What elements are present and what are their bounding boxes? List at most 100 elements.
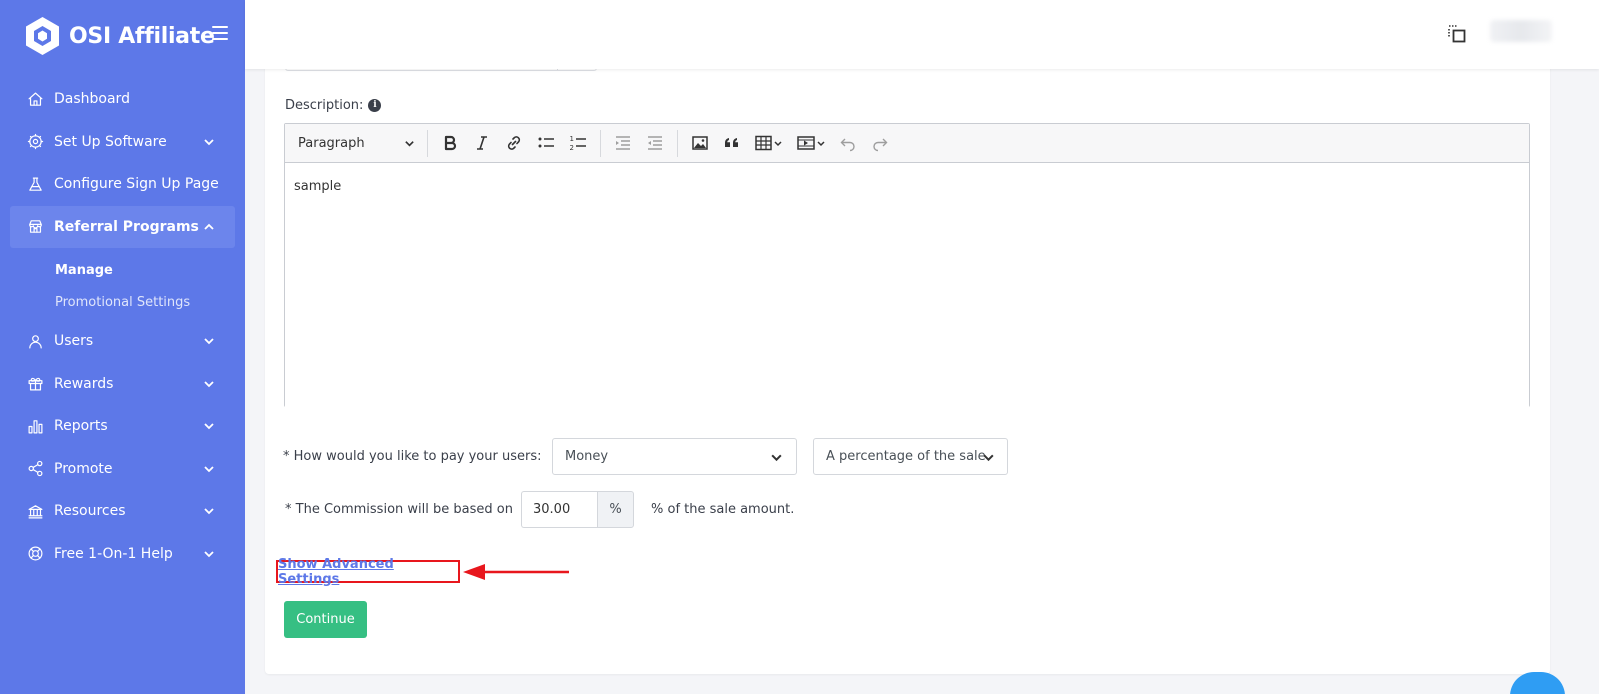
chevron-down-icon: [771, 454, 782, 462]
sidebar-item-label: Promote: [54, 460, 113, 477]
chevron-up-icon: [203, 221, 215, 233]
commission-after-text: % of the sale amount.: [651, 502, 795, 517]
chevron-down-icon: [203, 136, 215, 148]
commission-label: * The Commission will be based on: [285, 502, 513, 517]
bold-icon: [444, 135, 457, 151]
toolbar-divider: [600, 129, 601, 157]
chevron-down-icon: [203, 463, 215, 475]
outdent-button[interactable]: [607, 129, 639, 157]
sidebar-subitem-promotional-settings[interactable]: Promotional Settings: [0, 286, 245, 318]
brand[interactable]: OSI Affiliate: [24, 16, 215, 56]
svg-text:1: 1: [570, 135, 574, 143]
numbered-list-button[interactable]: 12: [562, 129, 594, 157]
commission-suffix: %: [597, 491, 634, 528]
editor-content[interactable]: sample: [285, 163, 1529, 407]
menu-toggle-icon[interactable]: [212, 26, 228, 42]
chevron-down-icon: [203, 335, 215, 347]
insert-media-button[interactable]: [790, 129, 832, 157]
sidebar-subitem-manage[interactable]: Manage: [0, 254, 245, 286]
sidebar-item-free-help[interactable]: Free 1-On-1 Help: [0, 533, 245, 576]
pay-method-select[interactable]: Money: [552, 438, 797, 475]
sidebar-item-referral-programs[interactable]: Referral Programs: [10, 205, 235, 248]
submenu-referral-programs: Manage Promotional Settings: [0, 248, 245, 320]
sidebar-item-rewards[interactable]: Rewards: [0, 363, 245, 406]
info-icon[interactable]: i: [368, 99, 382, 112]
sidebar-item-label: Resources: [54, 503, 126, 520]
fullscreen-icon[interactable]: [1447, 24, 1467, 44]
sidebar-item-label: Dashboard: [54, 91, 130, 108]
italic-button[interactable]: [466, 129, 498, 157]
quote-icon: [725, 138, 738, 147]
chevron-down-icon: [203, 420, 215, 432]
block-format-label: Paragraph: [298, 135, 365, 151]
media-icon: [797, 136, 825, 150]
block-quote-button[interactable]: [716, 129, 748, 157]
indent-icon: [648, 136, 662, 150]
sidebar-item-label: Referral Programs: [54, 218, 199, 235]
sidebar-item-reports[interactable]: Reports: [0, 405, 245, 448]
pay-method-value: Money: [565, 449, 609, 464]
chevron-down-icon: [405, 140, 414, 147]
sidebar-item-promote[interactable]: Promote: [0, 448, 245, 491]
description-label: Description: i: [285, 98, 382, 113]
referral-program-form: Description: i Paragraph 12 sample * How…: [265, 30, 1550, 674]
redo-icon: [873, 138, 888, 152]
user-menu[interactable]: [1490, 20, 1552, 42]
sidebar-item-dashboard[interactable]: Dashboard: [0, 78, 245, 121]
sidebar-item-users[interactable]: Users: [0, 320, 245, 363]
insert-image-button[interactable]: [684, 129, 716, 157]
bank-icon: [26, 502, 44, 520]
bulleted-list-button[interactable]: [530, 129, 562, 157]
toolbar-divider: [427, 129, 428, 157]
brand-name: OSI Affiliate: [69, 23, 215, 49]
bar-chart-icon: [26, 417, 44, 435]
undo-button[interactable]: [832, 129, 864, 157]
toolbar-divider: [677, 129, 678, 157]
scrollbar[interactable]: [1590, 69, 1599, 694]
lifebuoy-icon: [26, 545, 44, 563]
indent-button[interactable]: [639, 129, 671, 157]
numbered-list-icon: 12: [570, 135, 586, 152]
user-icon: [26, 332, 44, 350]
continue-button[interactable]: Continue: [284, 601, 367, 638]
sidebar-item-configure-sign-up-page[interactable]: Configure Sign Up Page: [0, 163, 245, 206]
gear-icon: [26, 133, 44, 151]
insert-table-button[interactable]: [748, 129, 790, 157]
sidebar-item-label: Rewards: [54, 375, 114, 392]
pay-type-select[interactable]: A percentage of the sale: [813, 438, 1008, 475]
block-format-dropdown[interactable]: Paragraph: [293, 129, 421, 157]
sidebar-item-label: Configure Sign Up Page: [54, 176, 219, 193]
chevron-down-icon: [203, 505, 215, 517]
sidebar-item-label: Set Up Software: [54, 133, 167, 150]
sidebar-item-label: Free 1-On-1 Help: [54, 545, 173, 562]
pay-method-label: * How would you like to pay your users:: [283, 449, 542, 464]
sidebar-item-set-up-software[interactable]: Set Up Software: [0, 121, 245, 164]
table-icon: [755, 135, 782, 151]
annotation-arrow-icon: [463, 564, 569, 580]
flask-icon: [26, 175, 44, 193]
sidebar-item-label: Users: [54, 333, 94, 350]
description-label-text: Description:: [285, 98, 364, 113]
show-advanced-settings-link[interactable]: Show Advanced Settings: [276, 557, 460, 587]
sidebar: OSI Affiliate Dashboard Set Up Software …: [0, 0, 245, 694]
outdent-icon: [616, 136, 630, 150]
sidebar-nav: Dashboard Set Up Software Configure Sign…: [0, 78, 245, 575]
gift-icon: [26, 375, 44, 393]
chevron-down-icon: [203, 378, 215, 390]
italic-icon: [477, 136, 487, 150]
pay-type-value: A percentage of the sale: [826, 449, 986, 464]
sidebar-item-label: Reports: [54, 418, 108, 435]
undo-icon: [840, 138, 855, 152]
link-button[interactable]: [498, 129, 530, 157]
bold-button[interactable]: [434, 129, 466, 157]
image-icon: [692, 136, 708, 150]
redo-button[interactable]: [864, 129, 896, 157]
chat-widget-icon[interactable]: [1510, 672, 1565, 694]
top-bar: [245, 0, 1599, 69]
chevron-down-icon: [203, 548, 215, 560]
home-icon: [26, 90, 44, 108]
editor-toolbar: Paragraph 12: [285, 124, 1529, 163]
commission-input[interactable]: [521, 491, 598, 528]
store-icon: [26, 218, 44, 236]
sidebar-item-resources[interactable]: Resources: [0, 490, 245, 533]
